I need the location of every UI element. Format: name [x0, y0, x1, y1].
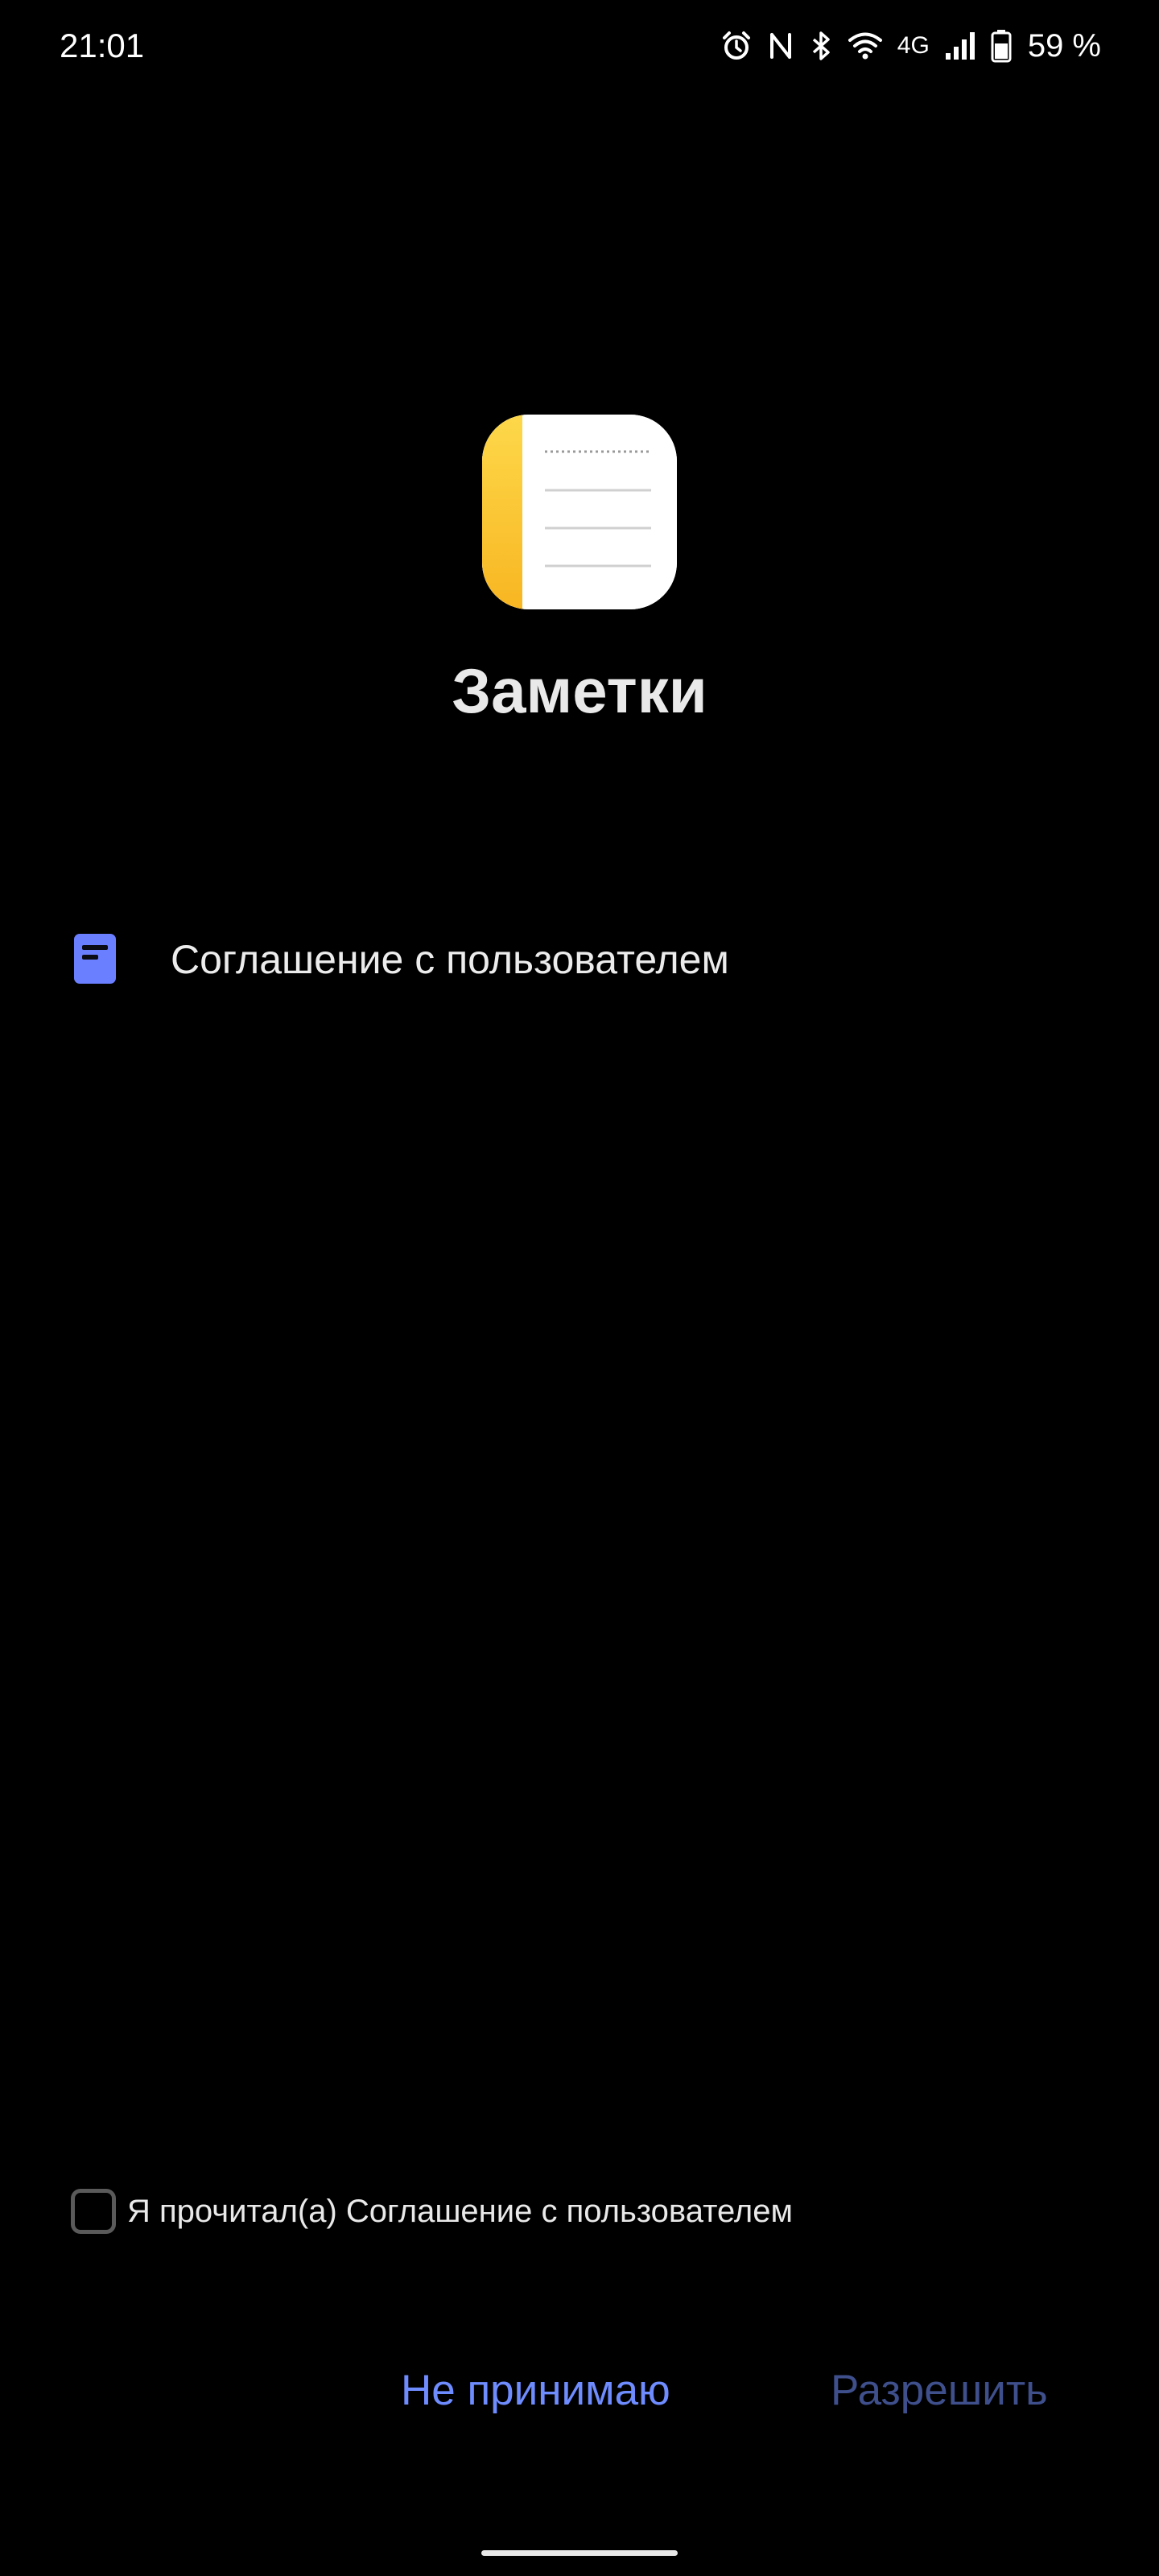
wifi-icon [848, 31, 883, 60]
bluetooth-icon [809, 30, 833, 62]
consent-row: Я прочитал(а) Соглашение с пользователем [0, 2182, 1159, 2246]
consent-label[interactable]: Я прочитал(а) Соглашение с пользователем [127, 2188, 793, 2235]
battery-icon [991, 29, 1012, 63]
app-title: Заметки [452, 655, 707, 726]
consent-checkbox[interactable] [71, 2189, 116, 2234]
status-bar: 21:01 4G 59 % [0, 0, 1159, 93]
user-agreement-label: Соглашение с пользователем [171, 937, 729, 982]
network-type-label: 4G [897, 32, 930, 59]
allow-button[interactable]: Разрешить [831, 2351, 1048, 2431]
document-icon [72, 932, 118, 985]
notes-app-icon [482, 415, 677, 609]
decline-button[interactable]: Не принимаю [401, 2351, 670, 2431]
battery-percent: 59 % [1027, 28, 1101, 64]
nfc-icon [767, 30, 794, 62]
status-icons: 4G 59 % [720, 24, 1101, 68]
status-time: 21:01 [60, 27, 145, 64]
alarm-icon [720, 30, 753, 62]
gesture-nav-handle[interactable] [481, 2550, 678, 2556]
user-agreement-link[interactable]: Соглашение с пользователем [0, 910, 1159, 1006]
signal-icon [944, 31, 976, 61]
